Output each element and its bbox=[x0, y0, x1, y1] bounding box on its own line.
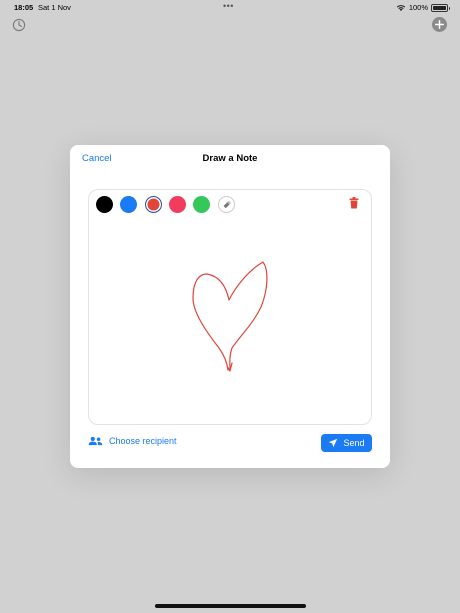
color-swatch-blue[interactable] bbox=[120, 196, 137, 213]
status-date: Sat 1 Nov bbox=[38, 3, 71, 12]
color-swatch-red[interactable] bbox=[145, 196, 162, 213]
paper-plane-icon bbox=[329, 438, 338, 448]
color-swatch-green[interactable] bbox=[193, 196, 210, 213]
wifi-icon bbox=[396, 4, 406, 11]
heart-drawing bbox=[192, 261, 268, 372]
color-swatch-pink[interactable] bbox=[169, 196, 186, 213]
drawing-canvas[interactable] bbox=[88, 189, 372, 425]
people-icon bbox=[88, 436, 103, 446]
send-label: Send bbox=[343, 438, 365, 448]
send-button[interactable]: Send bbox=[321, 434, 372, 452]
add-icon[interactable] bbox=[432, 17, 447, 32]
color-swatch-black[interactable] bbox=[96, 196, 113, 213]
eraser-button[interactable] bbox=[218, 196, 235, 213]
draw-note-modal: Cancel Draw a Note Choose recipient Send bbox=[70, 145, 390, 468]
clock-icon[interactable] bbox=[12, 18, 26, 32]
status-right: 100% bbox=[396, 3, 450, 12]
multitasking-dots[interactable]: ••• bbox=[223, 1, 234, 11]
battery-level bbox=[433, 5, 446, 10]
trash-icon[interactable] bbox=[349, 197, 359, 209]
modal-title: Draw a Note bbox=[202, 153, 258, 164]
choose-recipient-button[interactable]: Choose recipient bbox=[88, 436, 177, 446]
status-bar: 18:05 Sat 1 Nov ••• 100% bbox=[0, 0, 460, 14]
status-time: 18:05 bbox=[14, 3, 34, 12]
eraser-icon bbox=[223, 200, 231, 209]
choose-recipient-label: Choose recipient bbox=[109, 436, 177, 446]
home-indicator[interactable] bbox=[155, 604, 306, 608]
battery-icon bbox=[431, 3, 450, 12]
battery-percent: 100% bbox=[408, 3, 428, 12]
plus-icon bbox=[435, 20, 444, 29]
